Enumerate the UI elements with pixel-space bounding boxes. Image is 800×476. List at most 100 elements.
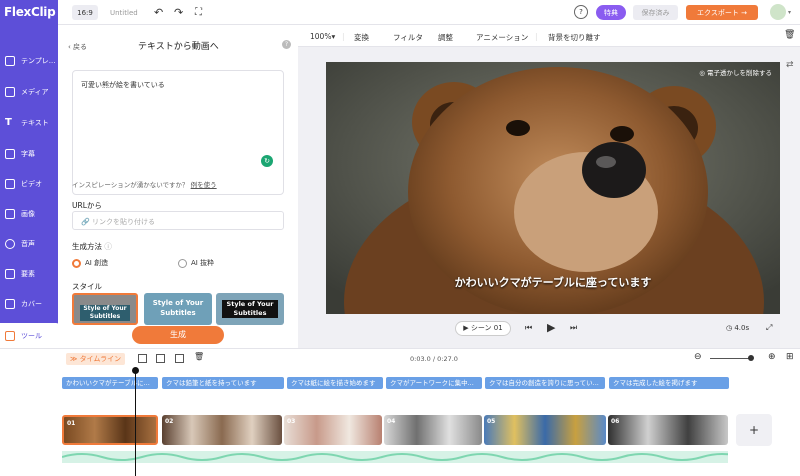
avatar[interactable] (770, 4, 786, 20)
sidebar-item-templates[interactable]: テンプレ... (0, 48, 58, 74)
sidebar-item-cover[interactable]: カバー (0, 291, 58, 317)
toolbar-item-filter[interactable]: フィルタ (393, 32, 423, 43)
special-offer-button[interactable]: 特典 (596, 5, 626, 20)
sidebar-item-images[interactable]: 画像 (0, 201, 58, 227)
redo-icon[interactable]: ↷ (174, 5, 183, 20)
duration-display[interactable]: ◷ 4.0s (726, 324, 749, 332)
expand-icon[interactable]: ⤢ (766, 323, 772, 333)
video-subtitle[interactable]: かわいいクマがテーブルに座っています (326, 274, 780, 290)
sidebar-item-media[interactable]: メディア (0, 79, 58, 105)
toolbar-item-adjust[interactable]: 調整 (438, 32, 453, 43)
method-ai-create-radio[interactable]: AI 創造 (72, 258, 108, 268)
zoom-in-icon[interactable]: ⊕ (768, 352, 776, 362)
style-card-text: Style of Your Subtitles (80, 305, 130, 321)
zoom-slider[interactable] (710, 358, 752, 359)
export-button[interactable]: エクスポート → (686, 5, 758, 20)
sidebar-item-label: テキスト (21, 119, 49, 127)
sidebar-item-label: ビデオ (21, 180, 42, 188)
subtitle-track-item[interactable]: クマは鉛筆と紙を持っています (162, 377, 284, 389)
video-clip[interactable]: 02 (162, 415, 282, 445)
method-ai-create-label: AI 創造 (85, 259, 109, 267)
toolbar-item-remove-background[interactable]: 背景を切り離す (548, 32, 601, 43)
project-title[interactable]: Untitled (110, 5, 138, 20)
help-icon[interactable]: ? (282, 40, 291, 49)
back-label: 戻る (73, 43, 88, 51)
video-clip[interactable]: 06 (608, 415, 728, 445)
subtitle-track-item[interactable]: クマがアートワークに集中... (386, 377, 482, 389)
grammar-icon[interactable]: ↻ (261, 155, 273, 167)
video-clip[interactable]: 04 (384, 415, 482, 445)
method-ai-extract-label: AI 抜粋 (191, 259, 215, 267)
video-clip[interactable]: 01 (62, 415, 158, 445)
prompt-textarea[interactable]: 可愛い熊が絵を書いている ↻ (72, 70, 284, 195)
chevron-down-icon[interactable]: ▾ (788, 5, 791, 20)
zoom-slider-handle[interactable] (748, 355, 754, 361)
toolbar-item-transform[interactable]: 変換 (354, 32, 369, 43)
style-card[interactable]: Style of Your Subtitles (144, 293, 212, 325)
watermark-label: 電子透かしを削除する (707, 69, 772, 77)
sidebar-item-text[interactable]: T テキスト (0, 110, 58, 136)
add-scene-icon[interactable] (138, 354, 147, 363)
toolbox-icon (5, 331, 15, 341)
sidebar-item-elements[interactable]: 要素 (0, 261, 58, 287)
duplicate-icon[interactable] (175, 354, 184, 363)
video-clip[interactable]: 03 (284, 415, 382, 445)
timeline-toggle[interactable]: ≫ タイムライン (66, 353, 126, 365)
scene-selector[interactable]: ▶ シーン 01 (455, 321, 511, 336)
generate-button[interactable]: 生成 (132, 326, 224, 344)
sidebar-item-video[interactable]: ビデオ (0, 171, 58, 197)
sidebar-item-subtitles[interactable]: 字幕 (0, 141, 58, 167)
remove-watermark-button[interactable]: ◎ 電子透かしを削除する (699, 67, 772, 77)
app-logo[interactable]: FlexClip (4, 5, 56, 19)
video-icon (5, 179, 15, 189)
undo-icon[interactable]: ↶ (154, 5, 163, 20)
top-bar: 16:9 Untitled ↶ ↷ ⛶ ? 特典 保存済み エクスポート → ▾ (58, 0, 800, 25)
zoom-select[interactable]: 100%▾ (310, 32, 335, 41)
playhead[interactable] (135, 370, 136, 476)
playhead-handle[interactable] (132, 367, 139, 374)
back-button[interactable]: ‹ 戻る (68, 42, 87, 52)
subtitle-track-item[interactable]: クマは紙に絵を描き始めます (287, 377, 383, 389)
sidebar-item-audio[interactable]: 音声 (0, 231, 58, 257)
template-icon (5, 56, 15, 66)
audio-waveform (61, 453, 743, 461)
next-icon[interactable]: ⏭ (570, 323, 577, 333)
style-card[interactable]: Style of Your Subtitles (72, 293, 138, 325)
divider: | (535, 32, 538, 41)
help-icon[interactable]: ? (574, 5, 588, 19)
split-icon[interactable] (156, 354, 165, 363)
video-preview[interactable]: ◎ 電子透かしを削除する かわいいクマがテーブルに座っています (326, 62, 780, 314)
style-card[interactable]: Style of Your Subtitles (216, 293, 284, 325)
subtitle-icon (5, 149, 15, 159)
url-input[interactable]: 🔗 リンクを貼り付ける (72, 211, 284, 230)
info-icon[interactable]: ⓘ (104, 242, 112, 251)
subtitle-track-item[interactable]: かわいいクマがテーブルに... (62, 377, 158, 389)
divider: | (342, 32, 345, 41)
aspect-ratio-button[interactable]: 16:9 (72, 5, 98, 20)
fullscreen-icon[interactable]: ⛶ (195, 5, 202, 20)
previous-icon[interactable]: ⏮ (525, 323, 532, 333)
play-icon[interactable]: ▶ (547, 321, 555, 334)
timecode: 0:03.0 / 0:27.0 (410, 355, 458, 363)
sidebar-item-label: 音声 (21, 240, 35, 248)
use-example-link[interactable]: 例を使う (191, 181, 217, 189)
sidebar-item-label: 画像 (21, 210, 35, 218)
radio-unselected-icon (178, 258, 187, 268)
text-icon: T (5, 117, 12, 128)
trash-icon[interactable]: 🗑 (784, 30, 795, 40)
audio-track[interactable] (61, 451, 743, 463)
add-clip-button[interactable]: + (736, 414, 772, 446)
trash-icon[interactable]: 🗑 (194, 352, 204, 361)
duration-value: 4.0s (734, 324, 750, 332)
subtitle-track-item[interactable]: クマは完成した絵を掲げます (609, 377, 729, 389)
sidebar-item-tools[interactable]: ツール (0, 323, 60, 349)
fit-icon[interactable]: ⊞ (786, 352, 794, 362)
swap-icon[interactable]: ⇄ (786, 60, 794, 70)
zoom-out-icon[interactable]: ⊖ (694, 352, 702, 362)
toolbar-item-animation[interactable]: アニメーション (476, 32, 528, 43)
method-ai-extract-radio[interactable]: AI 抜粋 (178, 258, 214, 268)
video-clip[interactable]: 05 (484, 415, 606, 445)
subtitle-track-item[interactable]: クマは自分の創造を誇りに思ってい... (485, 377, 605, 389)
music-icon (5, 239, 15, 249)
saved-status-button[interactable]: 保存済み (633, 5, 678, 20)
